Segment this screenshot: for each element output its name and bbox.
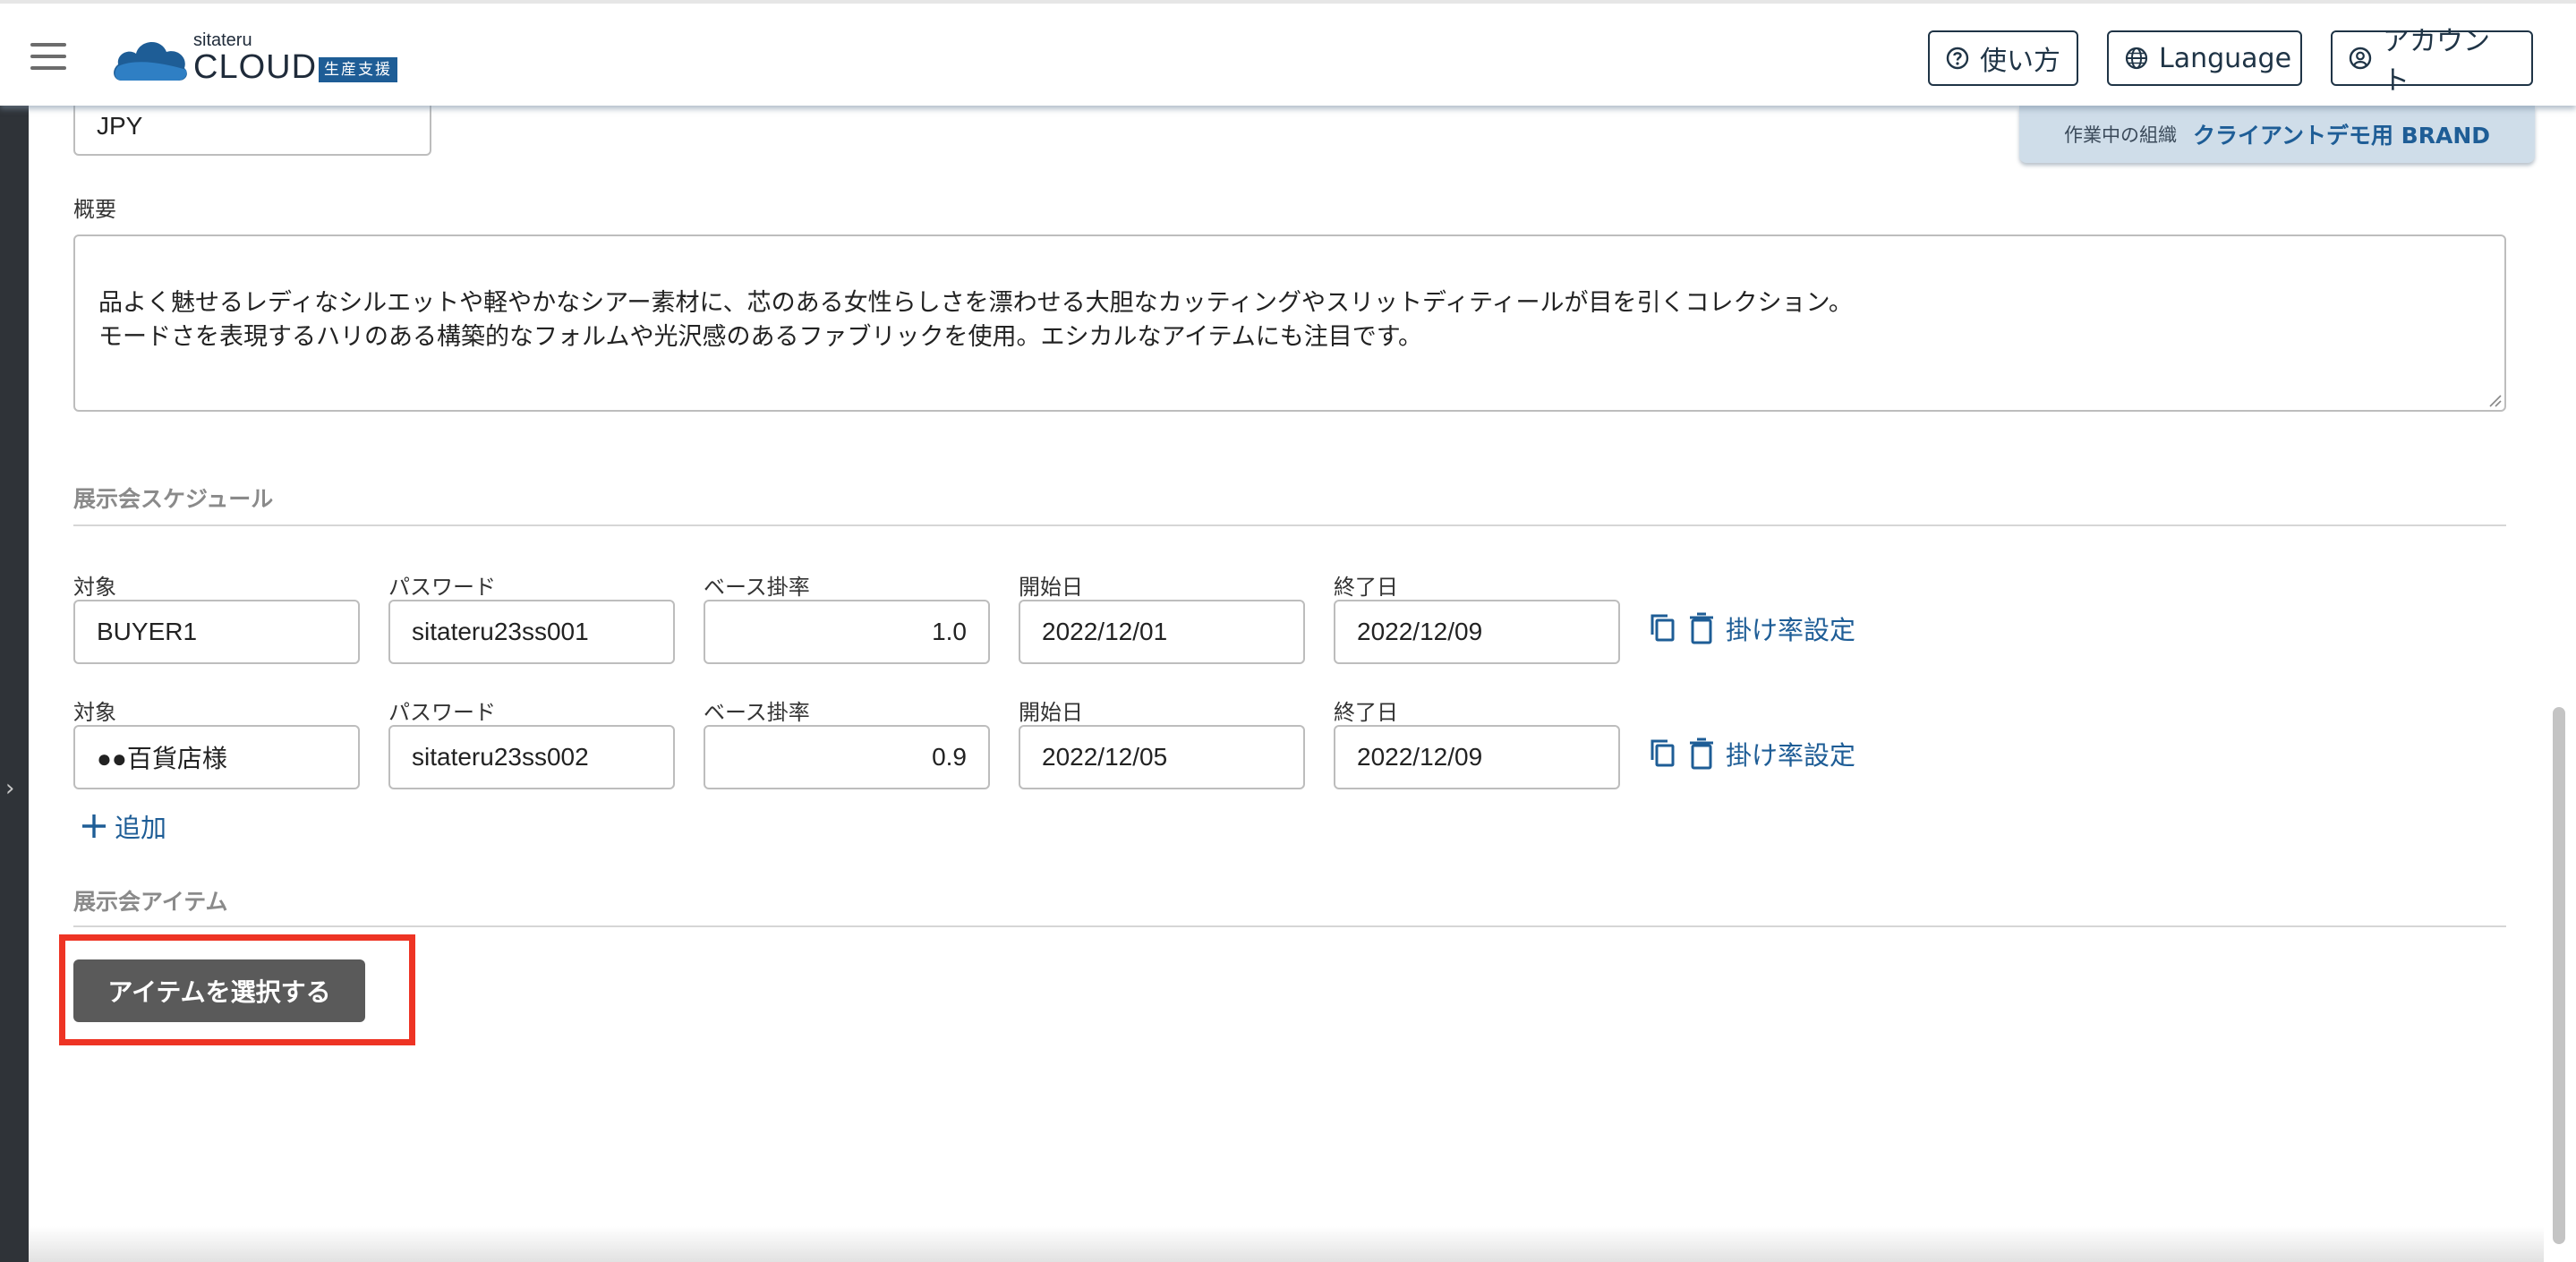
rate-column-label: ベース掛率 bbox=[704, 575, 810, 600]
summary-textarea[interactable]: 品よく魅せるレディなシルエットや軽やかなシアー素材に、芯のある女性らしさを漂わせ… bbox=[73, 234, 2506, 412]
app-header: sitateru CLOUD 生産支援 使い方 Language アカウント bbox=[0, 0, 2576, 106]
organization-label: 作業中の組織 bbox=[2063, 124, 2177, 146]
account-button[interactable]: アカウント bbox=[2331, 26, 2533, 97]
end-date-input[interactable]: 2022/12/09 bbox=[1334, 600, 1620, 664]
start-date-column-label: 開始日 bbox=[1019, 700, 1083, 725]
question-circle-icon bbox=[1946, 47, 1969, 70]
globe-icon bbox=[2125, 47, 2148, 70]
resize-handle-icon[interactable] bbox=[2486, 392, 2503, 408]
summary-text: 品よく魅せるレディなシルエットや軽やかなシアー素材に、芯のある女性らしさを漂わせ… bbox=[98, 289, 1853, 351]
account-button-label: アカウント bbox=[2383, 26, 2490, 97]
password-column-label: パスワード bbox=[388, 700, 496, 725]
page-scrollbar[interactable] bbox=[2553, 707, 2565, 1244]
schedule-section-title: 展示会スケジュール bbox=[73, 486, 274, 512]
logo-badge: 生産支援 bbox=[319, 57, 397, 82]
end-date-column-label: 終了日 bbox=[1334, 700, 1398, 725]
select-items-button[interactable]: アイテムを選択する bbox=[73, 959, 365, 1022]
rate-setting-link[interactable]: 掛け率設定 bbox=[1726, 610, 1855, 647]
bottom-shadow bbox=[29, 1226, 2544, 1262]
items-section-title: 展示会アイテム bbox=[73, 889, 228, 915]
items-divider bbox=[73, 925, 2506, 927]
cloud-logo-icon bbox=[114, 41, 187, 81]
row-actions: 掛け率設定 bbox=[1649, 721, 1855, 786]
base-rate-input[interactable]: 1.0 bbox=[704, 600, 990, 664]
plus-icon bbox=[82, 814, 106, 838]
trash-icon[interactable] bbox=[1688, 738, 1715, 770]
user-circle-icon bbox=[2349, 47, 2372, 70]
password-input[interactable]: sitateru23ss001 bbox=[388, 600, 675, 664]
rate-column-label: ベース掛率 bbox=[704, 700, 810, 725]
target-column-label: 対象 bbox=[73, 700, 116, 725]
copy-icon[interactable] bbox=[1649, 738, 1677, 769]
logo-big-text: CLOUD bbox=[193, 48, 318, 86]
base-rate-input[interactable]: 0.9 bbox=[704, 725, 990, 789]
summary-label: 概要 bbox=[73, 197, 116, 222]
main-content: JPY 概要 品よく魅せるレディなシルエットや軽やかなシアー素材に、芯のある女性… bbox=[29, 97, 2576, 1262]
help-button-label: 使い方 bbox=[1980, 46, 2060, 77]
password-input[interactable]: sitateru23ss002 bbox=[388, 725, 675, 789]
start-date-input[interactable]: 2022/12/05 bbox=[1019, 725, 1305, 789]
chevron-right-icon[interactable]: › bbox=[5, 775, 14, 802]
trash-icon[interactable] bbox=[1688, 612, 1715, 644]
end-date-column-label: 終了日 bbox=[1334, 575, 1398, 600]
language-button[interactable]: Language bbox=[2107, 30, 2302, 86]
end-date-input[interactable]: 2022/12/09 bbox=[1334, 725, 1620, 789]
add-schedule-button[interactable]: 追加 bbox=[81, 807, 166, 845]
password-column-label: パスワード bbox=[388, 575, 496, 600]
start-date-input[interactable]: 2022/12/01 bbox=[1019, 600, 1305, 664]
current-organization-tab: 作業中の組織 クライアントデモ用 BRAND bbox=[2019, 106, 2535, 163]
organization-name: クライアントデモ用 BRAND bbox=[2192, 123, 2491, 149]
row-actions: 掛け率設定 bbox=[1649, 596, 1855, 661]
language-button-label: Language bbox=[2159, 42, 2292, 74]
start-date-column-label: 開始日 bbox=[1019, 575, 1083, 600]
rate-setting-link[interactable]: 掛け率設定 bbox=[1726, 735, 1855, 772]
add-schedule-label: 追加 bbox=[115, 813, 167, 843]
copy-icon[interactable] bbox=[1649, 613, 1677, 644]
left-collapsed-sidebar[interactable]: › bbox=[0, 106, 29, 1262]
app-logo[interactable]: sitateru CLOUD 生産支援 bbox=[111, 30, 415, 88]
target-column-label: 対象 bbox=[73, 575, 116, 600]
help-button[interactable]: 使い方 bbox=[1928, 30, 2078, 86]
target-input[interactable]: ●●百貨店様 bbox=[73, 725, 360, 789]
schedule-divider bbox=[73, 524, 2506, 526]
target-input[interactable]: BUYER1 bbox=[73, 600, 360, 664]
hamburger-menu-icon[interactable] bbox=[30, 43, 66, 70]
